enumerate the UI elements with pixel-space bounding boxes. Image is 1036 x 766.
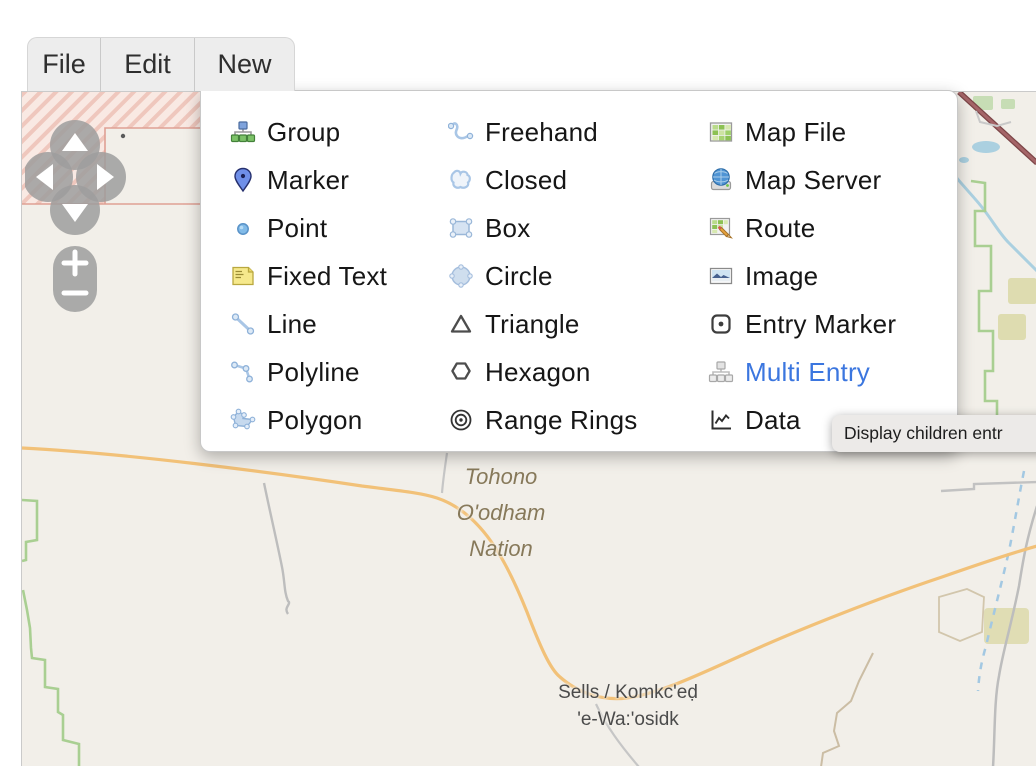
polygon-icon [230,407,256,433]
menu-item-label: Closed [485,165,567,196]
menu-item-label: Point [267,213,327,244]
forest-patch [1001,99,1015,109]
menu-item-label: Freehand [485,117,598,148]
group-icon [230,119,256,145]
menu-item-multi-entry[interactable]: Multi Entry [679,348,957,396]
menu-item-point[interactable]: Point [201,204,419,252]
menu-item-polyline[interactable]: Polyline [201,348,419,396]
entry-marker-icon [708,311,734,337]
menu-item-label: Circle [485,261,553,292]
menu-item-label: Map File [745,117,846,148]
menu-item-label: Image [745,261,818,292]
boundary-green-right [971,181,997,421]
boundary-green-left-lower [23,590,79,766]
hexagon-icon [448,359,474,385]
map-application-window: Tohono O'odham Nation Sells / Komkc'eḍ '… [0,0,1036,766]
fixed-text-icon [230,263,256,289]
gray-road-branch [264,483,289,614]
pond [959,157,969,163]
land-parcel-outline [939,589,984,641]
menu-item-map-file[interactable]: Map File [679,108,957,156]
menu-item-label: Map Server [745,165,881,196]
menu-item-freehand[interactable]: Freehand [419,108,679,156]
menu-item-map-server[interactable]: Map Server [679,156,957,204]
data-icon [708,407,734,433]
nation-label: Tohono O'odham Nation [395,459,607,567]
boundary-tan [821,653,873,766]
menu-item-label: Entry Marker [745,309,896,340]
menu-item-label: Line [267,309,317,340]
tooltip: Display children entr [832,415,1036,452]
menu-item-range-rings[interactable]: Range Rings [419,396,679,444]
tab-file[interactable]: File [28,38,101,91]
river [951,171,1036,271]
menu-item-image[interactable]: Image [679,252,957,300]
menu-item-group[interactable]: Group [201,108,419,156]
menu-item-box[interactable]: Box [419,204,679,252]
menu-item-label: Data [745,405,801,436]
tab-edit[interactable]: Edit [101,38,195,91]
menu-item-label: Polyline [267,357,360,388]
freehand-icon [448,119,474,145]
scrub-patch [998,314,1026,340]
menu-item-label: Group [267,117,340,148]
menu-item-label: Range Rings [485,405,638,436]
menu-item-marker[interactable]: Marker [201,156,419,204]
scrub-patch [1008,278,1036,304]
menu-item-label: Triangle [485,309,580,340]
menu-item-label: Route [745,213,815,244]
image-icon [708,263,734,289]
pond [972,141,1000,153]
box-icon [448,215,474,241]
route-icon [708,215,734,241]
map-controls [25,119,135,319]
menu-item-closed[interactable]: Closed [419,156,679,204]
marker-icon [230,167,256,193]
menu-item-label: Multi Entry [745,357,870,388]
multi-entry-icon [708,359,734,385]
tab-new[interactable]: New [195,38,294,91]
menu-item-label: Box [485,213,530,244]
menu-bar: File Edit New [27,37,295,91]
stream-dashed [978,471,1024,691]
menu-item-label: Fixed Text [267,261,387,292]
map-server-icon [708,167,734,193]
town-label: Sells / Komkc'eḍ 'e-Wa:'osidk [497,679,759,733]
menu-item-label: Hexagon [485,357,590,388]
menu-item-circle[interactable]: Circle [419,252,679,300]
range-rings-icon [448,407,474,433]
menu-item-polygon[interactable]: Polygon [201,396,419,444]
map-file-icon [708,119,734,145]
point-icon [230,215,256,241]
menu-item-entry-marker[interactable]: Entry Marker [679,300,957,348]
menu-item-line[interactable]: Line [201,300,419,348]
menu-item-route[interactable]: Route [679,204,957,252]
trunk-road [959,92,1036,163]
menu-item-hexagon[interactable]: Hexagon [419,348,679,396]
menu-item-label: Polygon [267,405,362,436]
menu-item-label: Marker [267,165,349,196]
triangle-icon [448,311,474,337]
closed-icon [448,167,474,193]
circle-icon [448,263,474,289]
new-menu-dropdown: Group Marker Point Fixed Text Line Polyl… [200,90,958,452]
menu-item-fixed-text[interactable]: Fixed Text [201,252,419,300]
line-icon [230,311,256,337]
boundary-green-left-upper [22,500,37,561]
menu-item-triangle[interactable]: Triangle [419,300,679,348]
polyline-icon [230,359,256,385]
